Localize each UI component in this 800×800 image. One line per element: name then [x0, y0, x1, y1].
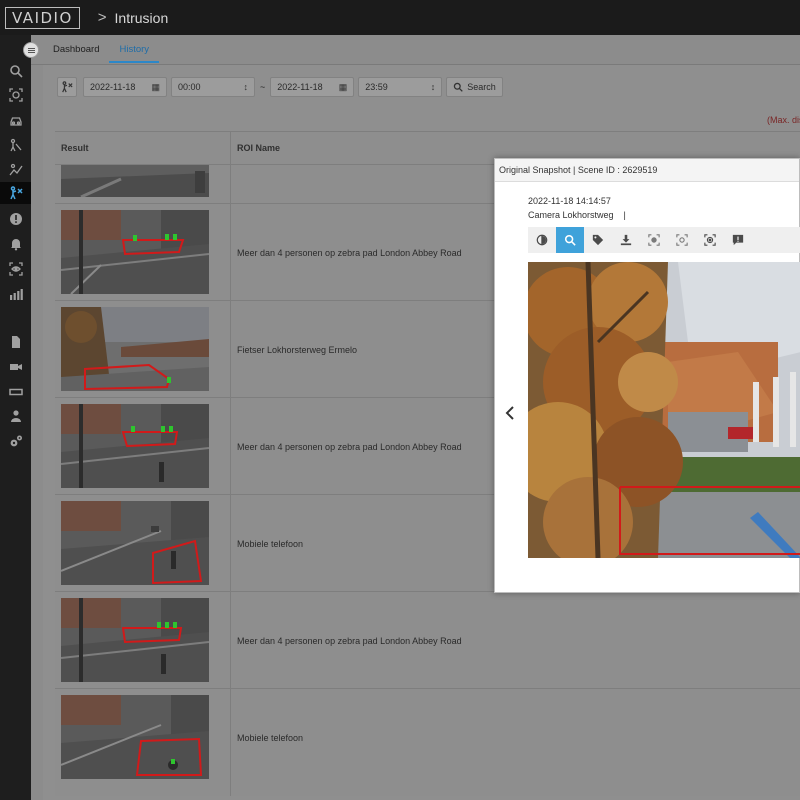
- result-thumbnail[interactable]: [61, 307, 209, 391]
- start-time-field[interactable]: 00:00 ↕: [171, 77, 255, 97]
- chevron-left-icon: [505, 406, 514, 420]
- modal-title: Original Snapshot | Scene ID : 2629519: [495, 159, 799, 182]
- intrusion-icon: [62, 81, 73, 93]
- snapshot-image[interactable]: [528, 262, 800, 558]
- start-date-value: 2022-11-18: [90, 82, 136, 92]
- roi-name: Fietser Lokhorsterweg Ermelo: [237, 344, 358, 355]
- snapshot-modal: Original Snapshot | Scene ID : 2629519 2…: [494, 158, 800, 593]
- intrusion-icon[interactable]: [0, 182, 31, 204]
- result-thumbnail[interactable]: [61, 695, 209, 779]
- vaidio-logo[interactable]: VAIDIO: [5, 6, 80, 29]
- users-icon[interactable]: [0, 405, 31, 427]
- search-icon[interactable]: [0, 60, 31, 82]
- snapshot-info: 2022-11-18 14:14:57 Camera Lokhorstweg |: [528, 194, 626, 222]
- snapshot-toolbar: [528, 227, 800, 253]
- settings-icon[interactable]: [0, 430, 31, 452]
- snapshot-camera: Camera Lokhorstweg |: [528, 210, 626, 220]
- roi-name: Meer dan 4 personen op zebra pad London …: [237, 441, 462, 452]
- max-display-note: (Max. displ: [767, 115, 800, 125]
- calendar-icon[interactable]: ▦: [339, 82, 348, 93]
- face-scan-icon[interactable]: [0, 84, 31, 106]
- time-stepper-icon[interactable]: ↕: [431, 82, 436, 92]
- eye-icon[interactable]: [0, 258, 31, 280]
- report-chart-icon[interactable]: [0, 283, 31, 305]
- contrast-icon[interactable]: [528, 227, 556, 253]
- person-route-icon[interactable]: [0, 134, 31, 156]
- face-frame-icon[interactable]: [640, 227, 668, 253]
- report-issue-icon[interactable]: [724, 227, 752, 253]
- end-date-value: 2022-11-18: [277, 82, 323, 92]
- end-time-value: 23:59: [365, 82, 388, 92]
- search-button[interactable]: Search: [446, 77, 503, 97]
- table-row[interactable]: Mobiele telefoon: [55, 688, 800, 785]
- traffic-analytics-icon[interactable]: [0, 159, 31, 181]
- start-time-value: 00:00: [178, 82, 201, 92]
- calendar-icon[interactable]: ▦: [151, 82, 160, 93]
- filter-bar: 2022-11-18 ▦ 00:00 ↕ ~ 2022-11-18 ▦ 23:5…: [57, 77, 503, 97]
- download-icon[interactable]: [612, 227, 640, 253]
- end-time-field[interactable]: 23:59 ↕: [358, 77, 443, 97]
- result-thumbnail[interactable]: [61, 404, 209, 488]
- column-header-roi-name[interactable]: ROI Name: [237, 132, 280, 164]
- face-frame-alt-icon[interactable]: [668, 227, 696, 253]
- zoom-icon[interactable]: [556, 227, 584, 253]
- range-separator: ~: [260, 82, 266, 92]
- breadcrumb-separator: >: [97, 9, 107, 26]
- menu-icon: [27, 47, 35, 53]
- document-icon[interactable]: [0, 331, 31, 353]
- intrusion-filter-button[interactable]: [57, 77, 77, 97]
- snapshot-timestamp: 2022-11-18 14:14:57: [528, 196, 611, 206]
- page-title: Intrusion: [114, 9, 169, 26]
- face-target-icon[interactable]: [696, 227, 724, 253]
- start-date-field[interactable]: 2022-11-18 ▦: [83, 77, 167, 97]
- nvr-icon[interactable]: [0, 381, 31, 403]
- alert-icon[interactable]: [0, 208, 31, 230]
- result-thumbnail[interactable]: [61, 210, 209, 294]
- result-thumbnail[interactable]: [61, 598, 209, 682]
- sidebar-toggle-button[interactable]: [23, 42, 39, 58]
- result-thumbnail[interactable]: [61, 501, 209, 585]
- previous-snapshot-button[interactable]: [505, 406, 515, 420]
- search-icon: [454, 82, 464, 92]
- video-camera-icon[interactable]: [0, 356, 31, 378]
- sidebar: [0, 35, 31, 800]
- tab-history[interactable]: History: [109, 35, 160, 63]
- tag-icon[interactable]: [584, 227, 612, 253]
- roi-name: Meer dan 4 personen op zebra pad London …: [237, 635, 462, 646]
- time-stepper-icon[interactable]: ↕: [244, 82, 249, 92]
- tab-dashboard[interactable]: Dashboard: [43, 35, 109, 63]
- search-button-label: Search: [467, 82, 496, 92]
- result-thumbnail[interactable]: [61, 165, 209, 197]
- table-row[interactable]: Meer dan 4 personen op zebra pad London …: [55, 591, 800, 688]
- tab-bar: Dashboard History: [43, 35, 160, 63]
- car-icon[interactable]: [0, 109, 31, 131]
- roi-name: Mobiele telefoon: [237, 538, 304, 549]
- end-date-field[interactable]: 2022-11-18 ▦: [270, 77, 355, 97]
- roi-name: Mobiele telefoon: [237, 732, 304, 743]
- bell-icon[interactable]: [0, 233, 31, 255]
- roi-name: Meer dan 4 personen op zebra pad London …: [237, 247, 462, 258]
- top-bar: VAIDIO > Intrusion: [0, 0, 800, 35]
- column-header-result[interactable]: Result: [61, 132, 89, 164]
